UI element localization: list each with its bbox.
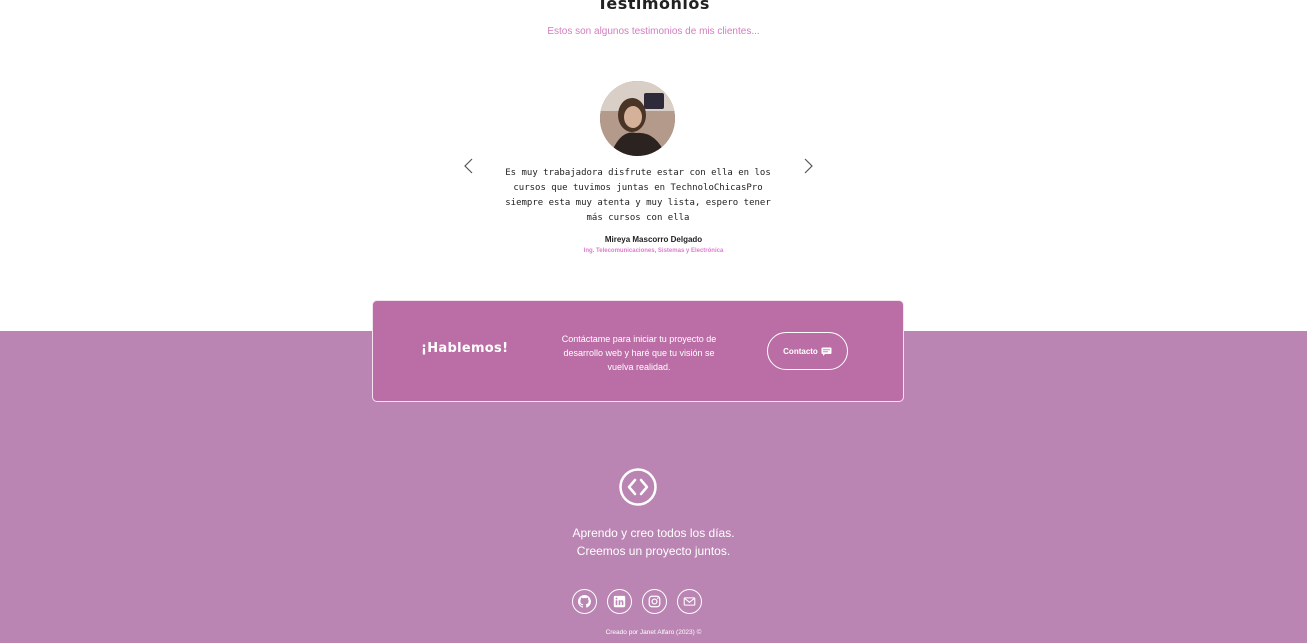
footer-credit: Creado por Janet Alfaro (2023) © xyxy=(605,629,702,636)
email-icon[interactable] xyxy=(677,589,702,614)
testimonial-role: Ing. Telecomunicaciones, Sistemas y Elec… xyxy=(583,248,724,254)
social-links xyxy=(572,589,702,614)
code-brackets-icon xyxy=(619,468,657,506)
cta-text: Contáctame para iniciar tu proyecto de d… xyxy=(561,334,717,372)
testimonial-avatar xyxy=(600,81,675,156)
section-subtitle: Estos son algunos testimonios de mis cli… xyxy=(547,26,760,37)
footer-tagline: Aprendo y creo todos los días. Creemos u… xyxy=(0,524,1307,560)
chevron-right-icon[interactable] xyxy=(799,156,817,176)
chevron-left-icon[interactable] xyxy=(460,156,478,176)
contact-button-label: Contacto xyxy=(783,346,818,356)
testimonials-section: Testimonios Estos son algunos testimonio… xyxy=(0,0,1307,331)
tagline-line-1: Aprendo y creo todos los días. xyxy=(572,526,735,540)
linkedin-icon[interactable] xyxy=(607,589,632,614)
chat-icon xyxy=(821,347,832,356)
contact-button[interactable]: Contacto xyxy=(767,332,848,370)
cta-title: ¡Hablemos! xyxy=(421,341,509,356)
testimonial-quote: Es muy trabajadora disfrute estar con el… xyxy=(505,168,771,223)
testimonial-author: Mireya Mascorro Delgado xyxy=(604,235,703,244)
github-icon[interactable] xyxy=(572,589,597,614)
tagline-line-2: Creemos un proyecto juntos. xyxy=(576,544,731,558)
cta-card: ¡Hablemos! Contáctame para iniciar tu pr… xyxy=(372,300,904,402)
section-title: Testimonios xyxy=(597,0,710,13)
page: Testimonios Estos son algunos testimonio… xyxy=(0,0,1307,643)
instagram-icon[interactable] xyxy=(642,589,667,614)
